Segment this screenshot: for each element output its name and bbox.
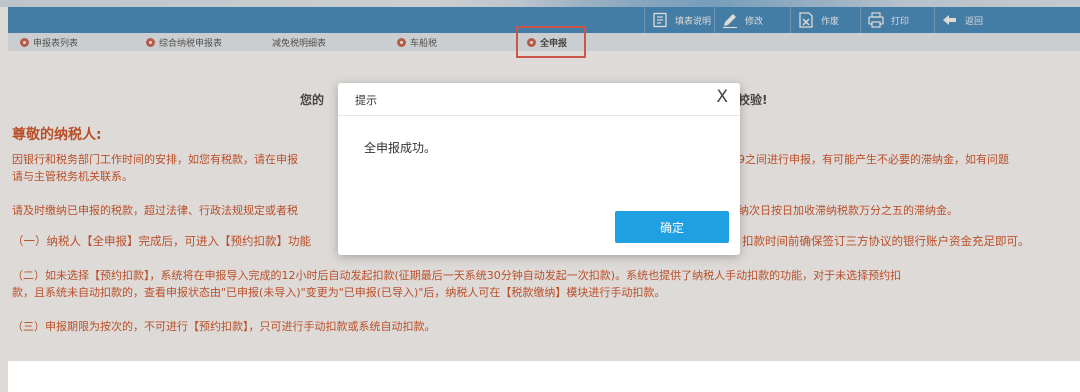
dialog-header: 提示 X xyxy=(338,83,740,116)
dialog-message: 全申报成功。 xyxy=(364,141,437,155)
confirm-button[interactable]: 确定 xyxy=(615,211,729,243)
close-icon[interactable]: X xyxy=(716,87,728,107)
dialog-title: 提示 xyxy=(355,94,377,107)
alert-dialog: 提示 X 全申报成功。 确定 xyxy=(338,83,740,255)
page-bottom xyxy=(8,361,1080,392)
